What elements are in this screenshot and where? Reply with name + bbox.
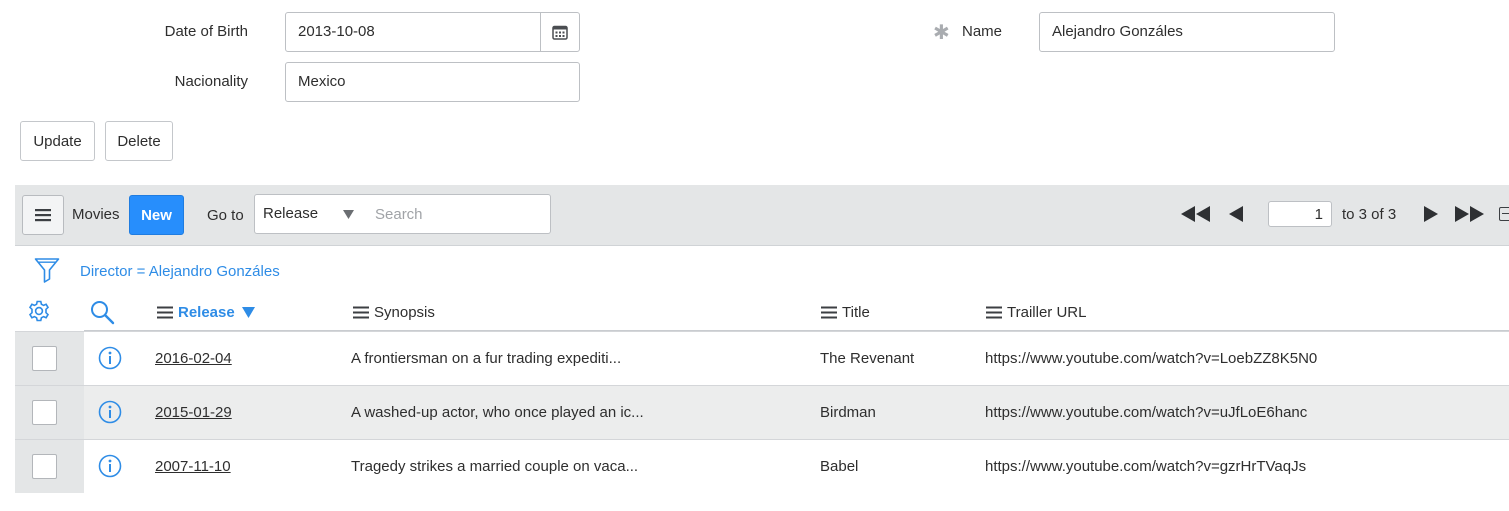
list-settings-button[interactable]	[27, 299, 51, 327]
nationality-field[interactable]: Mexico	[285, 62, 580, 102]
gear-icon	[28, 300, 50, 322]
cell-title: The Revenant	[820, 350, 915, 367]
next-page-icon	[1424, 206, 1438, 222]
cell-synopsis: A washed-up actor, who once played an ic…	[351, 404, 644, 421]
dob-field[interactable]: 2013-10-08	[285, 12, 541, 52]
collapse-icon[interactable]	[1499, 207, 1509, 221]
column-header-release[interactable]: Release	[157, 298, 255, 326]
cell-release[interactable]: 2007-11-10	[155, 440, 231, 494]
info-icon[interactable]	[98, 400, 122, 424]
cell-synopsis: A frontiersman on a fur trading expediti…	[351, 350, 622, 367]
dob-label: Date of Birth	[164, 23, 248, 40]
info-icon[interactable]	[98, 346, 122, 370]
column-menu-icon	[157, 306, 173, 318]
table-row: 2007-11-10 Tragedy strikes a married cou…	[15, 439, 1509, 493]
cell-title: Babel	[820, 458, 859, 475]
search-input[interactable]	[363, 194, 551, 234]
filter-toggle[interactable]	[34, 257, 60, 289]
name-label: Name	[962, 23, 1003, 40]
sort-descending-icon	[241, 306, 255, 318]
calendar-button[interactable]	[540, 12, 580, 52]
delete-button[interactable]: Delete	[105, 121, 173, 161]
column-menu-icon	[986, 306, 1002, 318]
search-icon	[91, 301, 115, 325]
cell-trailer-url: https://www.youtube.com/watch?v=uJfLoE6h…	[985, 404, 1308, 421]
column-label-synopsis: Synopsis	[374, 303, 435, 321]
previous-page-icon	[1229, 206, 1243, 222]
list-menu-button[interactable]	[22, 195, 64, 235]
chevron-down-icon	[343, 210, 354, 219]
cell-trailer-url: https://www.youtube.com/watch?v=gzrHrTVa…	[985, 458, 1307, 475]
page-range: to 3 of 3	[1342, 206, 1397, 223]
page-number-input[interactable]	[1268, 201, 1332, 227]
last-page-icon	[1454, 206, 1484, 222]
list-toolbar: Movies New Go to Release to 3 of 3	[15, 185, 1509, 246]
table-row: 2015-01-29 A washed-up actor, who once p…	[15, 385, 1509, 439]
column-header-title[interactable]: Title	[821, 298, 870, 326]
goto-field-value: Release	[263, 205, 319, 222]
table-row: 2016-02-04 A frontiersman on a fur tradi…	[15, 331, 1509, 385]
name-field[interactable]: Alejandro Gonzáles	[1039, 12, 1335, 52]
first-page-button[interactable]	[1180, 205, 1212, 223]
previous-page-button[interactable]	[1227, 205, 1245, 223]
filter-icon	[34, 258, 60, 283]
column-search-button[interactable]	[90, 300, 115, 329]
cell-release[interactable]: 2015-01-29	[155, 386, 232, 440]
next-page-button[interactable]	[1422, 205, 1440, 223]
goto-label: Go to	[207, 207, 244, 224]
filter-breadcrumb[interactable]: Director = Alejandro Gonzáles	[80, 262, 280, 282]
calendar-icon	[552, 25, 568, 40]
required-mark: ✱	[933, 22, 950, 44]
column-header-synopsis[interactable]: Synopsis	[353, 298, 435, 326]
goto-field-select[interactable]: Release	[254, 194, 364, 234]
hamburger-menu-icon	[35, 209, 51, 222]
update-button[interactable]: Update	[20, 121, 95, 161]
cell-synopsis: Tragedy strikes a married couple on vaca…	[351, 458, 639, 475]
cell-title: Birdman	[820, 404, 876, 421]
column-label-title: Title	[842, 303, 870, 321]
nationality-label: Nacionality	[174, 73, 248, 90]
column-header-trailer-url[interactable]: Trailler URL	[986, 298, 1086, 326]
column-label-release: Release	[178, 303, 235, 321]
list-title: Movies	[72, 206, 120, 223]
cell-release[interactable]: 2016-02-04	[155, 332, 232, 386]
info-icon[interactable]	[98, 454, 122, 478]
row-checkbox[interactable]	[32, 454, 57, 479]
column-menu-icon	[821, 306, 837, 318]
first-page-icon	[1180, 206, 1210, 222]
cell-trailer-url: https://www.youtube.com/watch?v=LoebZZ8K…	[985, 350, 1318, 367]
column-label-trailer-url: Trailler URL	[1007, 303, 1087, 321]
column-menu-icon	[353, 306, 369, 318]
last-page-button[interactable]	[1454, 205, 1486, 223]
row-checkbox[interactable]	[32, 346, 57, 371]
new-button[interactable]: New	[129, 195, 184, 235]
row-checkbox[interactable]	[32, 400, 57, 425]
